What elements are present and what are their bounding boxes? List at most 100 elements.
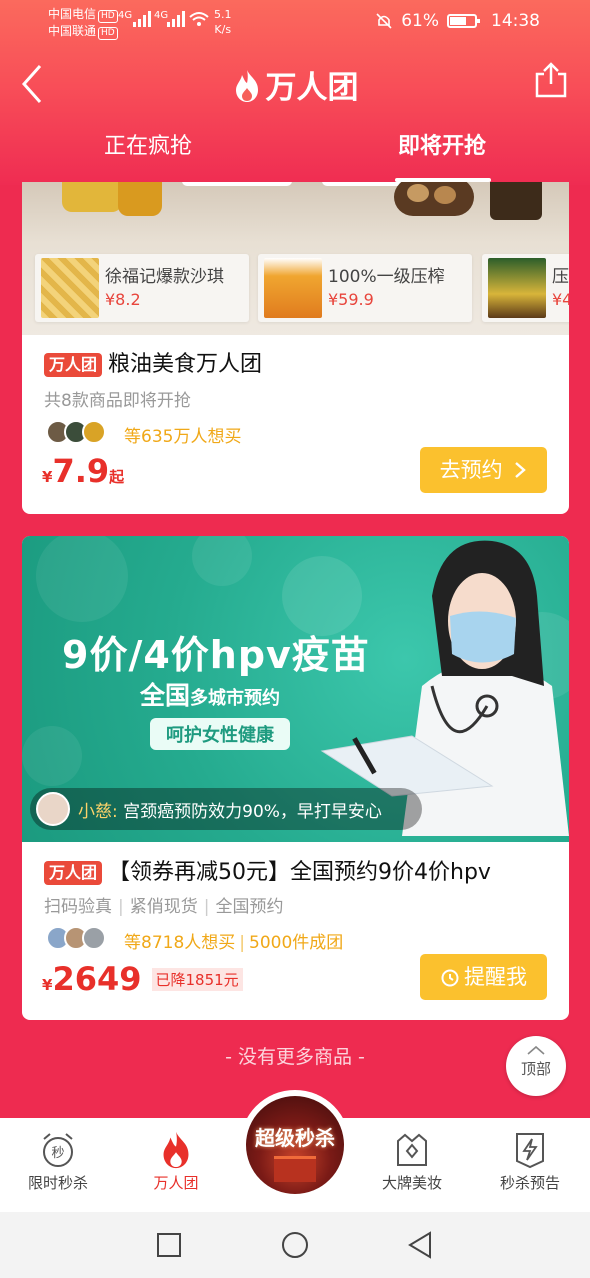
buyer-avatars	[46, 420, 106, 444]
egg-image	[407, 184, 429, 202]
share-icon	[535, 62, 567, 98]
reserve-button[interactable]: 去预约	[420, 447, 547, 493]
currency-symbol: ¥	[42, 976, 53, 994]
nav-label: 大牌美妆	[381, 1174, 442, 1192]
deal-tags: 扫码验真 | 紧俏现货 | 全国预约	[44, 892, 283, 917]
oil-thumbnail	[488, 258, 546, 318]
gift-box-image	[274, 1156, 316, 1182]
mini-product-3[interactable]: 压 ¥4	[482, 254, 569, 322]
share-button[interactable]	[534, 62, 568, 98]
signal-4g-1: 4G	[118, 10, 133, 21]
status-bar: 中国电信 HD 中国联通 HD 4G 4G 5.1 K/s 61% 14:38	[0, 0, 590, 46]
mini-product-2[interactable]: 100%一级压榨 ¥59.9	[258, 254, 472, 322]
tag-separator: |	[118, 897, 124, 917]
group-deal-card-grain-oil[interactable]: 徐福记爆款沙琪 ¥8.2 100%一级压榨 ¥59.9 压 ¥4 万人团 粮油美食…	[22, 182, 569, 514]
ticker-avatar	[36, 792, 70, 826]
home-icon[interactable]	[280, 1230, 310, 1260]
hd-badge: HD	[98, 10, 118, 23]
carrier-info: 中国电信 HD 中国联通 HD	[48, 6, 118, 40]
avatar	[82, 420, 106, 444]
alarm-clock-icon: 秒	[43, 1133, 73, 1167]
card-banner-image: 徐福记爆款沙琪 ¥8.2 100%一级压榨 ¥59.9 压 ¥4	[22, 182, 569, 335]
back-to-top-button[interactable]: 顶部	[506, 1036, 566, 1096]
flame-icon	[235, 70, 258, 102]
label-strip	[182, 182, 292, 186]
tag-separator: |	[203, 897, 210, 917]
lightning-icon	[516, 1133, 544, 1169]
tab-upcoming[interactable]: 即将开抢	[362, 128, 522, 160]
tag: 扫码验真	[44, 897, 112, 917]
hpv-banner[interactable]: 9价/4价hpv疫苗 全国多城市预约 呵护女性健康 小慈: 宫颈癌预防效力90%…	[22, 536, 569, 842]
nav-flash-sale[interactable]: 秒 限时秒杀	[8, 1128, 108, 1193]
group-threshold: 5000件成团	[249, 933, 344, 953]
flame-icon	[163, 1131, 189, 1169]
banner-title: 9价/4价hpv疫苗	[62, 633, 370, 677]
nav-preview[interactable]: 秒杀预告	[480, 1128, 580, 1193]
tag: 紧俏现货	[129, 897, 198, 917]
ticker-text: 宫颈癌预防效力90%，早打早安心	[123, 802, 382, 822]
mute-bell-icon	[376, 13, 392, 29]
price-suffix: 起	[109, 468, 125, 486]
banner-subtitle: 全国多城市预约	[140, 676, 280, 712]
chevron-right-icon	[515, 462, 527, 478]
egg-bowl-image	[394, 182, 474, 216]
group-badge: 万人团	[44, 353, 103, 377]
battery-icon	[447, 14, 480, 28]
group-deal-card-hpv[interactable]: 9价/4价hpv疫苗 全国多城市预约 呵护女性健康 小慈: 宫颈癌预防效力90%…	[22, 536, 569, 1020]
network-speed: 5.1 K/s	[214, 7, 232, 37]
super-flash-sale-button[interactable]: 超级秒杀	[240, 1090, 350, 1200]
back-triangle-icon[interactable]	[406, 1230, 434, 1260]
avatar	[82, 926, 106, 950]
oil-bottle-thumbnail	[264, 258, 322, 318]
mini-product-1[interactable]: 徐福记爆款沙琪 ¥8.2	[35, 254, 249, 322]
want-count: 等8718人想买	[124, 933, 236, 953]
deal-subtitle: 共8款商品即将开抢	[44, 391, 191, 411]
deal-stats: 等8718人想买 | 5000件成团	[124, 928, 343, 953]
reserve-label: 去预约	[439, 458, 503, 482]
clock: 14:38	[491, 11, 540, 31]
speed-unit: K/s	[214, 23, 232, 36]
mini-product-price: ¥8.2	[105, 290, 141, 309]
back-to-top-label: 顶部	[520, 1060, 551, 1078]
battery-percent: 61%	[401, 11, 439, 31]
nav-bar: 万人团	[0, 52, 590, 112]
stat-separator: |	[239, 933, 245, 953]
deal-price: ¥2649 已降1851元	[42, 960, 243, 998]
jar-image	[490, 182, 542, 220]
nav-beauty[interactable]: 大牌美妆	[362, 1128, 462, 1193]
carrier-2: 中国联通	[48, 24, 97, 38]
nav-label: 万人团	[153, 1174, 199, 1192]
tag: 全国预约	[215, 897, 284, 917]
oil-bottle-image	[118, 182, 162, 216]
system-nav-bar	[0, 1212, 590, 1278]
page-title: 万人团	[0, 62, 590, 107]
nav-group-deal[interactable]: 万人团	[126, 1128, 226, 1193]
chevron-up-icon	[527, 1045, 545, 1055]
wifi-icon	[189, 12, 209, 26]
tab-ongoing[interactable]: 正在疯抢	[68, 128, 228, 160]
mini-product-price: ¥4	[552, 290, 569, 309]
deal-price: ¥7.9起	[42, 452, 124, 490]
super-flash-sale-label: 超级秒杀	[255, 1126, 335, 1150]
mini-product-price: ¥59.9	[328, 290, 374, 309]
title-text: 万人团	[265, 70, 359, 106]
want-count: 等635万人想买	[124, 427, 242, 447]
group-badge: 万人团	[44, 861, 103, 885]
remind-me-button[interactable]: 提醒我	[420, 954, 547, 1000]
ticker-user: 小慈:	[78, 802, 118, 822]
sachima-thumbnail	[41, 258, 99, 318]
banner-subtitle-big: 全国	[140, 681, 191, 710]
tab-bar: 正在疯抢 即将开抢	[0, 128, 590, 182]
no-more-items: - 没有更多商品 -	[225, 1046, 365, 1068]
alarm-clock-icon	[441, 969, 459, 987]
currency-symbol: ¥	[42, 468, 53, 486]
egg-image	[434, 186, 456, 204]
price-drop-badge: 已降1851元	[151, 968, 243, 991]
hd-badge: HD	[98, 27, 118, 40]
signal-bars-icon	[133, 11, 151, 27]
price-value: 2649	[52, 960, 142, 998]
signal-bars-icon	[167, 11, 185, 27]
recent-apps-icon[interactable]	[156, 1232, 182, 1258]
deal-name: 粮油美食万人团	[108, 352, 263, 377]
banner-subtitle-small: 多城市预约	[190, 688, 281, 709]
